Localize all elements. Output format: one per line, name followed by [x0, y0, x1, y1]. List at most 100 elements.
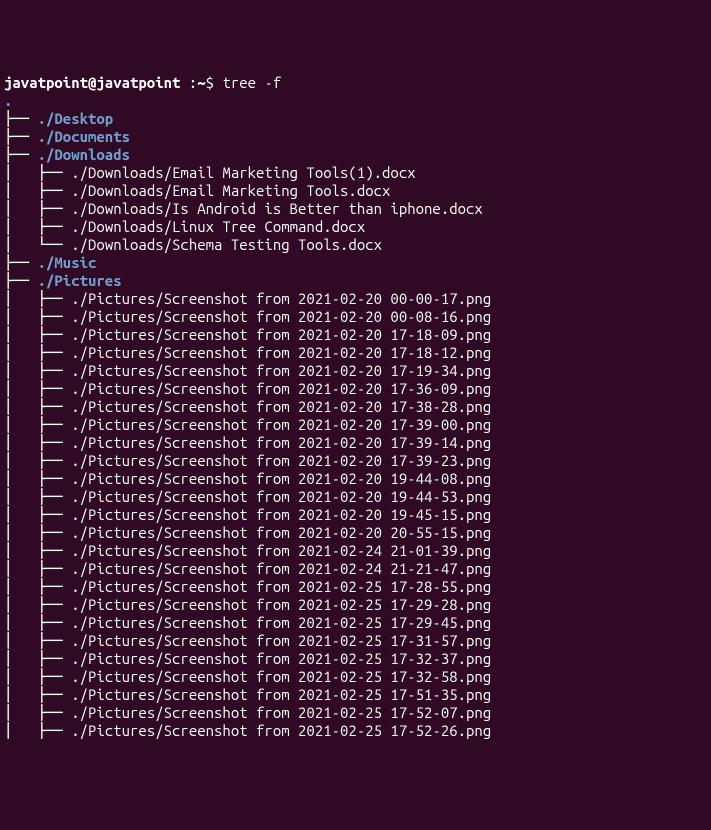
- tree-branch: ├──: [38, 452, 72, 469]
- file-item: ./Pictures/Screenshot from 2021-02-25 17…: [71, 704, 491, 721]
- tree-branch: │: [4, 362, 38, 379]
- tree-branch: │: [4, 236, 38, 253]
- tree-branch: ├──: [38, 614, 72, 631]
- tree-branch: │: [4, 614, 38, 631]
- file-item: ./Pictures/Screenshot from 2021-02-20 00…: [71, 308, 491, 325]
- tree-branch: ├──: [38, 344, 72, 361]
- tree-branch: │: [4, 416, 38, 433]
- tree-branch: │: [4, 524, 38, 541]
- tree-branch: │: [4, 200, 38, 217]
- tree-branch: ├──: [38, 218, 72, 235]
- tree-branch: │: [4, 380, 38, 397]
- tree-branch: │: [4, 488, 38, 505]
- tree-branch: ├──: [38, 650, 72, 667]
- tree-branch: │: [4, 290, 38, 307]
- tree-branch: ├──: [4, 128, 38, 145]
- tree-branch: ├──: [38, 182, 72, 199]
- tree-branch: ├──: [38, 488, 72, 505]
- file-item: ./Pictures/Screenshot from 2021-02-25 17…: [71, 650, 491, 667]
- tree-branch: │: [4, 452, 38, 469]
- tree-branch: │: [4, 470, 38, 487]
- file-item: ./Pictures/Screenshot from 2021-02-25 17…: [71, 632, 491, 649]
- file-item: ./Pictures/Screenshot from 2021-02-20 00…: [71, 290, 491, 307]
- tree-branch: ├──: [38, 668, 72, 685]
- tree-branch: ├──: [38, 596, 72, 613]
- tree-branch: │: [4, 650, 38, 667]
- tree-branch: ├──: [38, 542, 72, 559]
- tree-branch: │: [4, 218, 38, 235]
- file-item: ./Pictures/Screenshot from 2021-02-20 17…: [71, 326, 491, 343]
- file-item: ./Pictures/Screenshot from 2021-02-24 21…: [71, 542, 491, 559]
- tree-branch: │: [4, 542, 38, 559]
- tree-branch: ├──: [4, 254, 38, 271]
- tree-branch: └──: [38, 236, 72, 253]
- file-item: ./Pictures/Screenshot from 2021-02-25 17…: [71, 668, 491, 685]
- file-item: ./Pictures/Screenshot from 2021-02-20 17…: [71, 416, 491, 433]
- tree-branch: ├──: [4, 146, 38, 163]
- file-item: ./Pictures/Screenshot from 2021-02-20 19…: [71, 488, 491, 505]
- tree-branch: ├──: [38, 434, 72, 451]
- file-item: ./Pictures/Screenshot from 2021-02-24 21…: [71, 560, 491, 577]
- file-item: ./Pictures/Screenshot from 2021-02-20 17…: [71, 452, 491, 469]
- dir-downloads: ./Downloads: [38, 146, 130, 163]
- tree-branch: ├──: [38, 704, 72, 721]
- prompt-symbol: $: [206, 74, 223, 91]
- dir-music: ./Music: [38, 254, 97, 271]
- file-item: ./Downloads/Email Marketing Tools.docx: [71, 182, 390, 199]
- tree-branch: │: [4, 668, 38, 685]
- tree-branch: │: [4, 164, 38, 181]
- tree-branch: ├──: [38, 200, 72, 217]
- tree-branch: │: [4, 722, 38, 739]
- tree-branch: ├──: [38, 416, 72, 433]
- tree-branch: ├──: [38, 470, 72, 487]
- tree-branch: ├──: [38, 506, 72, 523]
- dir-pictures: ./Pictures: [38, 272, 122, 289]
- file-item: ./Downloads/Is Android is Better than ip…: [71, 200, 483, 217]
- tree-branch: │: [4, 578, 38, 595]
- tree-branch: ├──: [38, 380, 72, 397]
- file-item: ./Pictures/Screenshot from 2021-02-20 19…: [71, 506, 491, 523]
- file-item: ./Downloads/Linux Tree Command.docx: [71, 218, 365, 235]
- prompt-user-host: javatpoint@javatpoint: [4, 74, 180, 91]
- tree-branch: │: [4, 686, 38, 703]
- prompt-path: ~: [197, 74, 205, 91]
- tree-branch: ├──: [38, 362, 72, 379]
- tree-branch: ├──: [38, 164, 72, 181]
- tree-branch: ├──: [38, 560, 72, 577]
- command-text: tree -f: [222, 74, 281, 91]
- dir-desktop: ./Desktop: [38, 110, 114, 127]
- tree-branch: ├──: [38, 686, 72, 703]
- tree-branch: ├──: [38, 578, 72, 595]
- dir-documents: ./Documents: [38, 128, 130, 145]
- file-item: ./Pictures/Screenshot from 2021-02-20 17…: [71, 398, 491, 415]
- terminal-output[interactable]: javatpoint@javatpoint :~$ tree -f . ├── …: [4, 74, 707, 740]
- file-item: ./Downloads/Email Marketing Tools(1).doc…: [71, 164, 415, 181]
- tree-branch: ├──: [4, 110, 38, 127]
- tree-branch: │: [4, 704, 38, 721]
- tree-branch: │: [4, 182, 38, 199]
- tree-branch: │: [4, 596, 38, 613]
- file-item: ./Pictures/Screenshot from 2021-02-25 17…: [71, 722, 491, 739]
- file-item: ./Pictures/Screenshot from 2021-02-25 17…: [71, 578, 491, 595]
- tree-branch: │: [4, 434, 38, 451]
- tree-root: .: [4, 92, 12, 109]
- file-item: ./Pictures/Screenshot from 2021-02-20 20…: [71, 524, 491, 541]
- file-item: ./Pictures/Screenshot from 2021-02-25 17…: [71, 596, 491, 613]
- file-item: ./Pictures/Screenshot from 2021-02-20 19…: [71, 470, 491, 487]
- prompt-separator: :: [180, 74, 197, 91]
- tree-branch: │: [4, 326, 38, 343]
- tree-branch: ├──: [38, 290, 72, 307]
- tree-branch: │: [4, 632, 38, 649]
- file-item: ./Pictures/Screenshot from 2021-02-20 17…: [71, 362, 491, 379]
- tree-branch: ├──: [38, 326, 72, 343]
- file-item: ./Pictures/Screenshot from 2021-02-20 17…: [71, 434, 491, 451]
- tree-branch: │: [4, 308, 38, 325]
- tree-branch: ├──: [38, 632, 72, 649]
- tree-branch: ├──: [38, 722, 72, 739]
- tree-branch: │: [4, 344, 38, 361]
- tree-branch: ├──: [38, 524, 72, 541]
- tree-branch: │: [4, 398, 38, 415]
- file-item: ./Pictures/Screenshot from 2021-02-20 17…: [71, 344, 491, 361]
- tree-branch: │: [4, 506, 38, 523]
- tree-branch: │: [4, 560, 38, 577]
